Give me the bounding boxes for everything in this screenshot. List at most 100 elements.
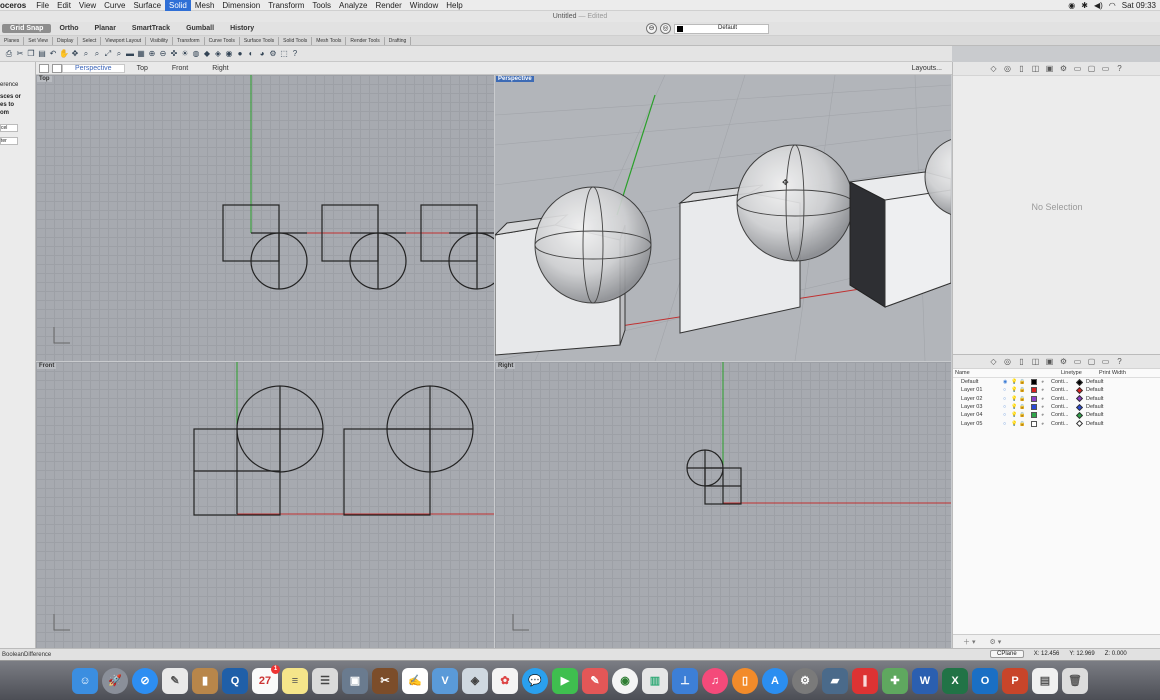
- column-linetype[interactable]: Linetype: [1061, 370, 1099, 376]
- maps-icon[interactable]: ◈: [462, 667, 488, 694]
- document-icon[interactable]: ▤: [1032, 667, 1058, 694]
- keynote-icon[interactable]: ⊥: [672, 667, 698, 694]
- photo-booth-icon[interactable]: ▣: [342, 667, 368, 694]
- properties-icon[interactable]: ◎: [1003, 357, 1013, 366]
- layer-linetype[interactable]: Conti...: [1051, 412, 1077, 418]
- menu-file[interactable]: File: [32, 0, 53, 11]
- powerpoint-icon[interactable]: P: [1002, 667, 1028, 694]
- rhino-icon[interactable]: ▰: [822, 667, 848, 694]
- settings-icon[interactable]: ⚙: [1059, 357, 1069, 366]
- grid-icon[interactable]: ▦: [136, 49, 146, 59]
- current-layer-icon[interactable]: ○: [1003, 421, 1011, 427]
- tab-planes[interactable]: Planes: [0, 36, 25, 45]
- blue-sphere-icon[interactable]: ◕: [257, 49, 267, 59]
- current-layer-icon[interactable]: ◉: [1003, 379, 1011, 385]
- menu-tools[interactable]: Tools: [308, 0, 335, 11]
- layer-print-width[interactable]: Default: [1086, 412, 1120, 418]
- layout-single-icon[interactable]: [52, 63, 62, 73]
- material-icon[interactable]: ◕: [1041, 387, 1051, 393]
- layer-print-width[interactable]: Default: [1086, 421, 1120, 427]
- puzzle-icon[interactable]: ✚: [882, 667, 908, 694]
- launchpad-icon[interactable]: 🚀: [102, 667, 128, 694]
- layout-grid-icon[interactable]: [39, 63, 49, 73]
- properties-icon[interactable]: ◎: [1003, 64, 1013, 73]
- layer-color-swatch[interactable]: [1031, 404, 1037, 411]
- grid-snap-toggle[interactable]: Grid Snap: [2, 24, 52, 33]
- monitor-icon[interactable]: ▭: [1101, 64, 1111, 73]
- enter-option-button[interactable]: ter: [0, 137, 18, 145]
- menu-mesh[interactable]: Mesh: [191, 0, 219, 11]
- wifi-icon[interactable]: ◠: [1109, 1, 1116, 10]
- smarttrack-toggle[interactable]: SmartTrack: [124, 24, 178, 33]
- menu-edit[interactable]: Edit: [53, 0, 75, 11]
- notes-icon[interactable]: ≡: [282, 667, 308, 694]
- print-color-icon[interactable]: [1075, 420, 1084, 428]
- layouts-menu[interactable]: Layouts...: [912, 65, 952, 72]
- tab-perspective[interactable]: Perspective: [62, 63, 125, 73]
- menu-surface[interactable]: Surface: [129, 0, 165, 11]
- print-color-icon[interactable]: [1075, 378, 1084, 386]
- help-icon[interactable]: ?: [290, 49, 300, 59]
- layer-linetype[interactable]: Conti...: [1051, 379, 1077, 385]
- sketch-icon[interactable]: ✎: [582, 667, 608, 694]
- layer-name[interactable]: Layer 04: [961, 412, 1003, 418]
- visibility-icon[interactable]: 💡: [1011, 387, 1019, 393]
- document-icon[interactable]: ▯: [1017, 357, 1027, 366]
- layer-name[interactable]: Layer 03: [961, 404, 1003, 410]
- ibooks-icon[interactable]: ▯: [732, 667, 758, 694]
- layer-print-width[interactable]: Default: [1086, 396, 1120, 402]
- lock-icon[interactable]: 🔒: [1019, 421, 1027, 427]
- bluetooth-icon[interactable]: ✱: [1081, 1, 1088, 10]
- preview-icon[interactable]: ✎: [162, 667, 188, 694]
- tab-render-tools[interactable]: Render Tools: [346, 36, 385, 45]
- lock-icon[interactable]: 🔒: [1019, 404, 1027, 410]
- cplane-button[interactable]: CPlane: [990, 650, 1024, 658]
- light-icon[interactable]: ☀: [180, 49, 190, 59]
- display-icon[interactable]: ◫: [1031, 357, 1041, 366]
- print-color-icon[interactable]: [1075, 411, 1084, 419]
- settings-icon[interactable]: ⚙: [1059, 64, 1069, 73]
- layer-linetype[interactable]: Conti...: [1051, 387, 1077, 393]
- layer-print-width[interactable]: Default: [1086, 404, 1120, 410]
- menu-transform[interactable]: Transform: [264, 0, 308, 11]
- vectorworks-icon[interactable]: V: [432, 667, 458, 694]
- frame-icon[interactable]: ▢: [1087, 64, 1097, 73]
- material-icon[interactable]: ◈: [213, 49, 223, 59]
- add-layer-icon[interactable]: ＋ ▾: [963, 637, 975, 647]
- tab-visibility[interactable]: Visibility: [146, 36, 173, 45]
- lock-icon[interactable]: 🔒: [1019, 396, 1027, 402]
- notes-icon[interactable]: ▭: [1073, 64, 1083, 73]
- layer-row[interactable]: Layer 03 ○ 💡 🔒 ◕ Conti... Default: [953, 403, 1160, 411]
- numbers-icon[interactable]: ▥: [642, 667, 668, 694]
- cut-icon[interactable]: ✂: [15, 49, 25, 59]
- tab-select[interactable]: Select: [78, 36, 102, 45]
- move-icon[interactable]: ✜: [169, 49, 179, 59]
- chrome-icon[interactable]: ◉: [612, 667, 638, 694]
- parallels-icon[interactable]: ∥: [852, 667, 878, 694]
- material-icon[interactable]: ◕: [1041, 412, 1051, 418]
- current-layer-icon[interactable]: ○: [1003, 412, 1011, 418]
- tab-display[interactable]: Display: [53, 36, 79, 45]
- right-viewport[interactable]: Right: [495, 362, 951, 648]
- tab-surface-tools[interactable]: Surface Tools: [240, 36, 280, 45]
- tab-right[interactable]: Right: [200, 65, 240, 72]
- trash-icon[interactable]: 🗑: [1062, 667, 1088, 694]
- render-icon[interactable]: ◆: [202, 49, 212, 59]
- layer-color-swatch[interactable]: [1031, 395, 1037, 402]
- cancel-option-button[interactable]: cel: [0, 124, 18, 132]
- tab-curve-tools[interactable]: Curve Tools: [205, 36, 240, 45]
- layer-color-swatch[interactable]: [1031, 379, 1037, 386]
- zoom-out-icon[interactable]: ⊖: [158, 49, 168, 59]
- visibility-icon[interactable]: 💡: [1011, 379, 1019, 385]
- material-icon[interactable]: ◕: [1041, 379, 1051, 385]
- current-layer-icon[interactable]: ○: [1003, 387, 1011, 393]
- current-layer-icon[interactable]: ○: [1003, 404, 1011, 410]
- camera-icon[interactable]: ▣: [1045, 64, 1055, 73]
- camera-icon[interactable]: ◐: [246, 49, 256, 59]
- menu-dimension[interactable]: Dimension: [218, 0, 264, 11]
- right-viewport-label[interactable]: Right: [496, 363, 516, 369]
- rotate-icon[interactable]: ✥: [70, 49, 80, 59]
- top-viewport-label[interactable]: Top: [37, 76, 52, 82]
- finder-icon[interactable]: ☺: [72, 667, 98, 694]
- print-color-icon[interactable]: [1075, 403, 1084, 411]
